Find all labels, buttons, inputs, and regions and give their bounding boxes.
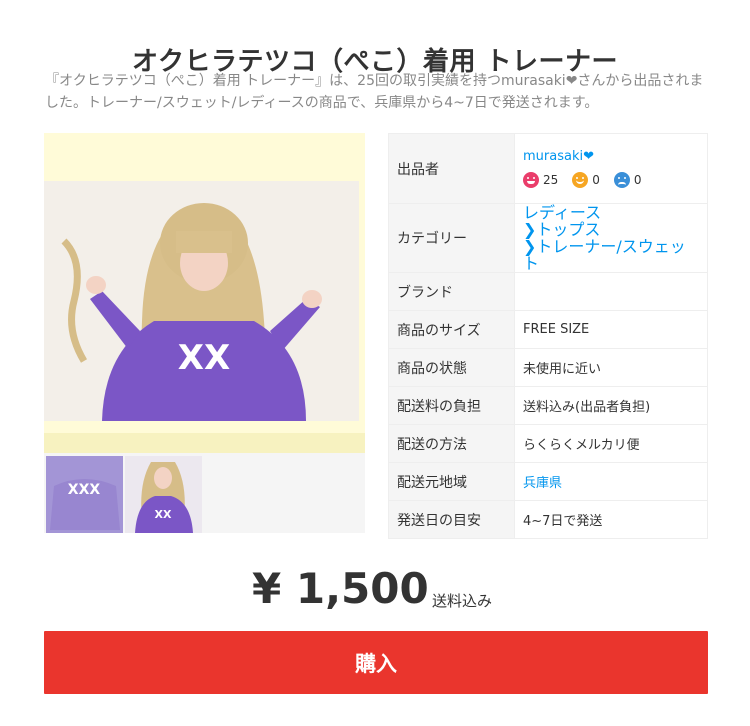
worn-thumb-illustration: XX [125, 456, 202, 533]
condition-value: 未使用に近い [514, 348, 708, 387]
shipping-fee-value: 送料込み(出品者負担) [514, 386, 708, 425]
category-cell: レディース ❯トップス ❯トレーナー/スウェット [514, 203, 708, 273]
row-brand: ブランド [388, 272, 708, 311]
condition-label: 商品の状態 [388, 348, 515, 387]
svg-text:XX: XX [178, 338, 230, 378]
brand-label: ブランド [388, 272, 515, 311]
rating-bad-count: 0 [633, 173, 642, 187]
sweatshirt-thumb-illustration: XXX [46, 456, 123, 533]
row-ship-from: 配送元地域 兵庫県 [388, 462, 708, 501]
photo-caption-strip [44, 433, 365, 453]
row-ship-days: 発送日の目安 4~7日で発送 [388, 500, 708, 539]
thumbnail-sweatshirt[interactable]: XXX [46, 456, 123, 533]
ship-from-link[interactable]: 兵庫県 [523, 476, 562, 491]
model-photo-illustration: XX [44, 181, 359, 421]
category-link-sweatshirt[interactable]: ❯トレーナー/スウェット [523, 238, 699, 272]
ship-days-label: 発送日の目安 [388, 500, 515, 539]
rating-normal-count: 0 [592, 173, 600, 187]
shipping-method-label: 配送の方法 [388, 424, 515, 463]
price-amount: ¥ 1,500 [252, 564, 429, 613]
seller-cell: murasaki❤ 25 0 0 [514, 133, 708, 204]
shipping-included-note: 送料込み [432, 592, 493, 610]
category-label: カテゴリー [388, 203, 515, 273]
svg-text:XXX: XXX [68, 482, 101, 498]
heart-icon: ❤ [583, 149, 594, 164]
rating-good: 25 [523, 172, 558, 188]
main-photo-image: XX [44, 181, 359, 421]
row-condition: 商品の状態 未使用に近い [388, 348, 708, 387]
ship-days-value: 4~7日で発送 [514, 500, 708, 539]
brand-value [514, 272, 708, 311]
rating-bad: 0 [613, 172, 642, 188]
rating-good-count: 25 [543, 173, 559, 187]
seller-label: 出品者 [388, 133, 515, 204]
thumbnail-worn[interactable]: XX [125, 456, 202, 533]
item-detail-table: 出品者 murasaki❤ 25 0 0 カテゴリー レディース ❯トップス ❯… [388, 133, 708, 539]
row-size: 商品のサイズ FREE SIZE [388, 310, 708, 349]
ship-from-label: 配送元地域 [388, 462, 515, 501]
seller-name-link[interactable]: murasaki [523, 149, 583, 164]
price-section: ¥ 1,500 送料込み [0, 560, 750, 620]
row-category: カテゴリー レディース ❯トップス ❯トレーナー/スウェット [388, 203, 708, 273]
shipping-fee-label: 配送料の負担 [388, 386, 515, 425]
main-photo[interactable]: XX [44, 133, 365, 453]
category-link-ladies[interactable]: レディース [523, 204, 699, 221]
rating-normal: 0 [572, 172, 600, 188]
item-description: 『オクヒラテツコ（ぺこ）着用 トレーナー』は、25回の取引実績を持つmurasa… [45, 73, 704, 111]
sad-face-icon [613, 172, 630, 188]
row-shipping-fee: 配送料の負担 送料込み(出品者負担) [388, 386, 708, 425]
neutral-face-icon [572, 172, 589, 188]
ship-from-cell: 兵庫県 [514, 462, 708, 501]
category-link-tops[interactable]: ❯トップス [523, 221, 699, 238]
buy-button[interactable]: 購入 [44, 631, 708, 694]
svg-text:XX: XX [155, 508, 172, 521]
photo-gallery: XX XXX XX [44, 133, 365, 533]
row-seller: 出品者 murasaki❤ 25 0 0 [388, 133, 708, 204]
smile-icon [523, 172, 539, 188]
size-value: FREE SIZE [514, 310, 708, 349]
row-shipping-method: 配送の方法 らくらくメルカリ便 [388, 424, 708, 463]
size-label: 商品のサイズ [388, 310, 515, 349]
shipping-method-value: らくらくメルカリ便 [514, 424, 708, 463]
seller-ratings: 25 0 0 [523, 172, 699, 188]
